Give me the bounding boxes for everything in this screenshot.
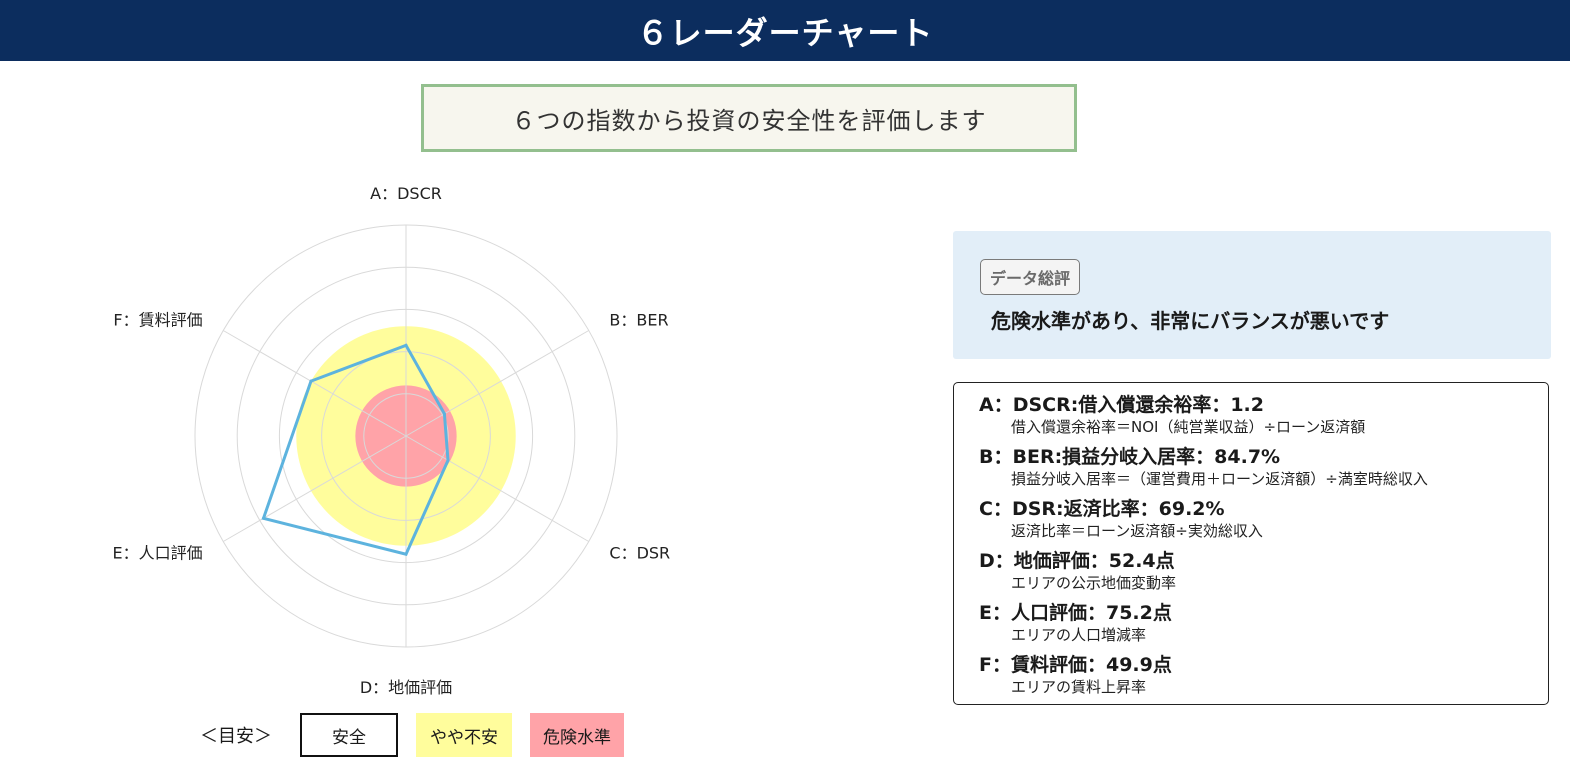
metric-title: A：DSCR:借入償還余裕率：1.2 [979, 394, 1264, 416]
data-point-2 [446, 458, 450, 462]
legend-warning: やや不安 [416, 713, 512, 757]
summary-text: 危険水準があり、非常にバランスが悪いです [991, 309, 1390, 333]
metric-description: エリアの人口増減率 [1011, 626, 1147, 644]
metric-ber: B：BER:損益分岐入居率：84.7% 損益分岐入居率＝（運営費用＋ローン返済額… [979, 445, 1428, 489]
metric-rent: F：賃料評価：49.9点 エリアの賃料上昇率 [979, 653, 1172, 697]
data-point-1 [442, 412, 446, 416]
data-point-5 [309, 379, 313, 383]
radar-svg: A：DSCR B：BER C：DSR D：地価評価 E：人口評価 F：賃料評価 [112, 184, 670, 697]
axis-label-4: E：人口評価 [112, 544, 202, 563]
summary-panel: データ総評 危険水準があり、非常にバランスが悪いです [953, 231, 1551, 359]
legend-safe-label: 安全 [332, 727, 366, 748]
metric-title: B：BER:損益分岐入居率：84.7% [979, 446, 1281, 468]
axis-label-2: C：DSR [609, 544, 670, 563]
metrics-panel: A：DSCR:借入償還余裕率：1.2 借入償還余裕率＝NOI（純営業収益）÷ロー… [953, 382, 1549, 705]
axis-label-5: F：賃料評価 [113, 311, 202, 330]
page-header: ６レーダーチャート [0, 0, 1570, 61]
summary-badge: データ総評 [980, 259, 1081, 295]
legend-title: ＜目安＞ [200, 726, 272, 747]
data-point-3 [404, 552, 408, 556]
metric-description: 借入償還余裕率＝NOI（純営業収益）÷ローン返済額 [1011, 418, 1366, 436]
metric-description: 損益分岐入居率＝（運営費用＋ローン返済額）÷満室時総収入 [1011, 470, 1428, 488]
metric-description: エリアの公示地価変動率 [1011, 574, 1177, 592]
subtitle-text: ６つの指数から投資の安全性を評価します [511, 106, 987, 135]
metric-population: E：人口評価：75.2点 エリアの人口増減率 [979, 601, 1172, 645]
metric-dscr: A：DSCR:借入償還余裕率：1.2 借入償還余裕率＝NOI（純営業収益）÷ロー… [979, 393, 1365, 437]
metric-description: エリアの賃料上昇率 [1011, 678, 1147, 696]
radar-chart: A：DSCR B：BER C：DSR D：地価評価 E：人口評価 F：賃料評価 [0, 160, 820, 700]
legend-danger: 危険水準 [530, 713, 624, 757]
legend-safe: 安全 [300, 713, 398, 757]
data-point-4 [261, 516, 265, 520]
legend: ＜目安＞ 安全 やや不安 危険水準 [200, 713, 642, 757]
metric-title: E：人口評価：75.2点 [979, 602, 1172, 624]
metric-title: D：地価評価：52.4点 [979, 550, 1175, 572]
subtitle-box: ６つの指数から投資の安全性を評価します [421, 84, 1077, 152]
axis-label-1: B：BER [609, 311, 668, 330]
metric-land-price: D：地価評価：52.4点 エリアの公示地価変動率 [979, 549, 1176, 593]
metric-title: C：DSR:返済比率：69.2% [979, 498, 1225, 520]
data-point-0 [404, 343, 408, 347]
legend-danger-label: 危険水準 [543, 727, 611, 748]
legend-warning-label: やや不安 [430, 727, 498, 748]
metric-description: 返済比率＝ローン返済額÷実効総収入 [1011, 522, 1263, 540]
metric-title: F：賃料評価：49.9点 [979, 654, 1172, 676]
metric-dsr: C：DSR:返済比率：69.2% 返済比率＝ローン返済額÷実効総収入 [979, 497, 1263, 541]
axis-label-0: A：DSCR [370, 184, 442, 203]
page-title: ６レーダーチャート [636, 13, 934, 52]
axis-label-3: D：地価評価 [360, 678, 452, 697]
